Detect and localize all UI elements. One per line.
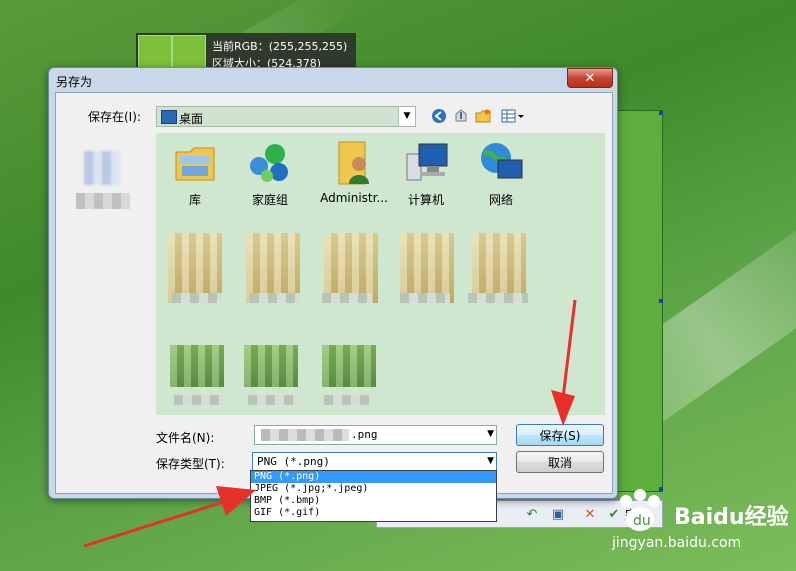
file-label	[468, 293, 528, 303]
svg-text:du: du	[633, 513, 651, 529]
new-folder-icon[interactable]	[474, 107, 492, 125]
filetype-option-gif[interactable]: GIF (*.gif)	[251, 507, 496, 519]
item-label: Administr...	[320, 191, 388, 205]
baidu-watermark: du Baidu经验 jingyan.baidu.com	[606, 483, 796, 571]
desktop-icon	[161, 110, 177, 124]
filetype-label: 保存类型(T):	[156, 457, 225, 471]
resize-handle[interactable]	[659, 111, 663, 115]
paw-logo-icon: du	[610, 487, 670, 537]
rgb-value-text: 当前RGB：(255,255,255)	[212, 40, 348, 53]
location-value: 桌面	[179, 112, 204, 126]
library-icon	[170, 138, 220, 188]
computer-icon	[401, 138, 451, 188]
homegroup-icon	[245, 138, 295, 188]
item-label: 网络	[488, 193, 513, 207]
chevron-down-icon[interactable]: ▼	[398, 107, 415, 126]
watermark-brand: Baidu经验	[674, 505, 789, 530]
chevron-down-icon[interactable]: ▼	[487, 456, 494, 466]
file-label	[248, 395, 298, 405]
filetype-option-jpeg[interactable]: JPEG (*.jpg;*.jpeg)	[251, 483, 496, 495]
place-label	[76, 193, 130, 209]
image-thumbnail[interactable]	[322, 345, 376, 387]
undo-icon[interactable]: ↶	[523, 505, 541, 523]
user-folder-icon	[329, 138, 379, 188]
chevron-down-icon[interactable]: ▼	[487, 429, 494, 439]
dialog-body: 保存在(I): 桌面 ▼ 库 家庭组 Administr... 计算机 网络 文…	[55, 92, 613, 494]
file-label	[400, 293, 450, 303]
file-label	[324, 395, 374, 405]
file-label	[250, 293, 300, 303]
file-label	[174, 395, 224, 405]
save-in-label: 保存在(I):	[88, 110, 141, 124]
filename-label: 文件名(N):	[156, 431, 215, 445]
image-thumbnail[interactable]	[170, 345, 224, 387]
image-thumbnail[interactable]	[244, 345, 298, 387]
filetype-option-png[interactable]: PNG (*.png)	[251, 471, 496, 483]
save-as-dialog: 另存为 ✕ 保存在(I): 桌面 ▼ 库 家庭组 Administr... 计算…	[48, 67, 618, 499]
file-label	[322, 293, 372, 303]
filetype-option-bmp[interactable]: BMP (*.bmp)	[251, 495, 496, 507]
filetype-dropdown-list[interactable]: PNG (*.png) JPEG (*.jpg;*.jpeg) BMP (*.b…	[250, 470, 497, 522]
item-label: 库	[188, 193, 201, 207]
filename-input[interactable]: .png ▼	[254, 425, 497, 445]
list-item[interactable]: 网络	[465, 133, 537, 208]
places-bar[interactable]	[70, 131, 140, 241]
list-item[interactable]: 计算机	[390, 133, 462, 208]
file-list[interactable]: 库 家庭组 Administr... 计算机 网络	[156, 133, 605, 415]
filetype-value: PNG (*.png)	[257, 455, 330, 468]
network-icon	[476, 138, 526, 188]
annotation-arrow	[551, 299, 577, 426]
close-button[interactable]: ✕	[567, 68, 613, 88]
resize-handle[interactable]	[659, 299, 663, 303]
watermark-url: jingyan.baidu.com	[612, 535, 742, 551]
cancel-button[interactable]: 取消	[516, 451, 604, 473]
close-icon: ✕	[584, 70, 596, 86]
filetype-select[interactable]: PNG (*.png) ▼	[252, 452, 497, 472]
list-item[interactable]: 家庭组	[234, 133, 306, 208]
dialog-title: 另存为	[56, 75, 93, 89]
back-icon[interactable]	[430, 107, 448, 125]
filename-blurred	[261, 429, 349, 441]
item-label: 计算机	[407, 193, 444, 207]
list-item[interactable]: Administr...	[311, 133, 397, 208]
dialog-titlebar[interactable]: 另存为 ✕	[49, 68, 617, 92]
file-label	[172, 293, 222, 303]
list-item[interactable]: 库	[159, 133, 231, 208]
location-select[interactable]: 桌面 ▼	[156, 106, 416, 127]
filename-extension: .png	[351, 428, 378, 441]
place-icon[interactable]	[84, 151, 120, 185]
item-label: 家庭组	[251, 193, 288, 207]
close-icon[interactable]: ✕	[581, 505, 599, 523]
save-icon[interactable]: ▣	[549, 505, 567, 523]
view-menu-icon[interactable]	[500, 107, 526, 125]
up-folder-icon[interactable]	[452, 107, 470, 125]
annotation-arrow	[83, 486, 256, 548]
screenshot-canvas[interactable]	[617, 110, 663, 492]
